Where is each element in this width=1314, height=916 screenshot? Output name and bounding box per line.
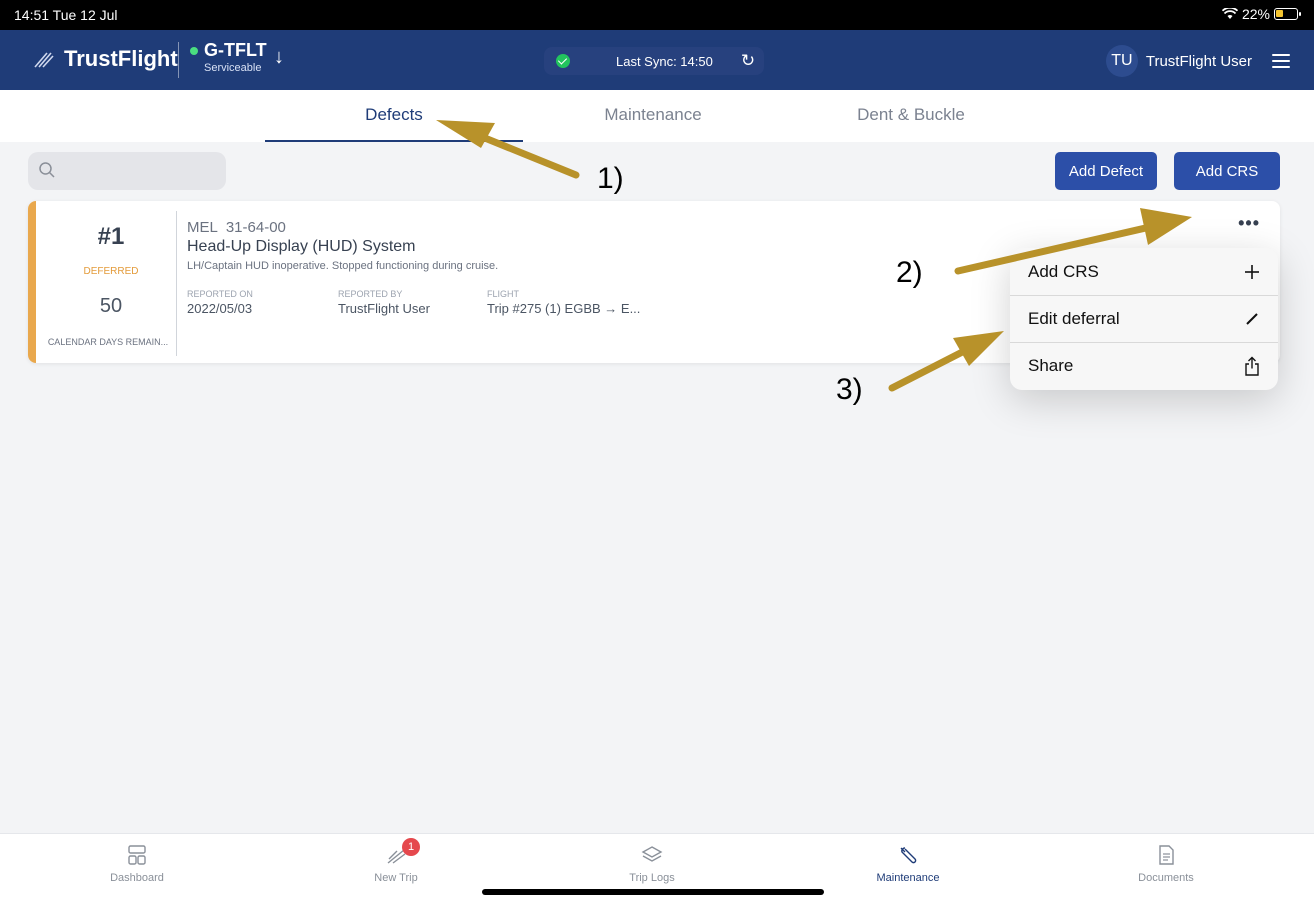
ios-status-bar: 14:51 Tue 12 Jul 22% <box>0 0 1314 30</box>
defect-details: MEL 31-64-00 Head-Up Display (HUD) System… <box>187 219 498 272</box>
new-trip-badge: 1 <box>402 838 420 856</box>
status-right: 22% <box>1221 6 1301 22</box>
nav-label: Documents <box>1138 872 1194 884</box>
add-defect-button[interactable]: Add Defect <box>1055 152 1157 190</box>
nav-dashboard[interactable]: Dashboard <box>67 844 207 884</box>
active-tab-indicator <box>265 140 523 142</box>
plus-icon <box>1245 264 1259 279</box>
menu-item-add-crs[interactable]: Add CRS <box>1010 248 1278 295</box>
user-name: TrustFlight User <box>1145 52 1252 70</box>
hamburger-menu-icon[interactable] <box>1272 54 1290 68</box>
more-options-icon[interactable]: ••• <box>1238 213 1260 234</box>
defect-title: Head-Up Display (HUD) System <box>187 238 416 255</box>
reported-on-block: REPORTED ON 2022/05/03 <box>187 289 253 316</box>
nav-new-trip[interactable]: 1 New Trip <box>326 838 466 884</box>
refresh-icon[interactable]: ↻ <box>741 51 755 71</box>
search-icon <box>39 162 55 178</box>
bottom-nav: Dashboard 1 New Trip Trip Logs Maintenan… <box>0 833 1314 916</box>
trip-logs-icon <box>641 846 663 862</box>
reported-on-value: 2022/05/03 <box>187 301 253 316</box>
serviceable-status-dot <box>190 46 198 55</box>
status-badge: DEFERRED <box>83 266 139 277</box>
tab-maintenance[interactable]: Maintenance <box>524 105 782 125</box>
wrench-icon <box>900 847 917 864</box>
search-input[interactable] <box>64 152 214 190</box>
sync-text: Last Sync: 14:50 <box>616 53 713 69</box>
dashboard-icon <box>128 845 146 865</box>
nav-label: Dashboard <box>110 872 164 884</box>
avatar: TU <box>1105 45 1138 77</box>
days-remaining-label: CALENDAR DAYS REMAIN... <box>47 337 169 347</box>
battery-icon <box>1274 8 1301 20</box>
sync-status[interactable]: Last Sync: 14:50 ↻ <box>544 47 764 75</box>
brand-logo[interactable]: TrustFlight <box>32 46 178 72</box>
reported-on-label: REPORTED ON <box>187 289 253 299</box>
menu-item-share[interactable]: Share <box>1010 342 1278 389</box>
annotation-label-2: 2) <box>896 256 923 289</box>
defect-number: #1 <box>97 223 125 250</box>
annotation-label-3: 3) <box>836 373 863 406</box>
menu-item-label: Share <box>1028 356 1074 375</box>
menu-item-label: Edit deferral <box>1028 309 1120 328</box>
nav-label: Trip Logs <box>629 872 675 884</box>
aircraft-dropdown-arrow-icon[interactable]: ↓ <box>274 46 284 69</box>
pencil-icon <box>1246 313 1258 325</box>
share-icon <box>1245 356 1259 376</box>
aircraft-registration: G-TFLT <box>204 40 267 60</box>
app-root: 14:51 Tue 12 Jul 22% TrustFlight G-TFLT … <box>0 0 1314 916</box>
flight-block: FLIGHT Trip #275 (1) EGBB → E... <box>487 289 640 316</box>
search-box[interactable] <box>28 152 226 190</box>
reported-by-label: REPORTED BY <box>338 289 403 299</box>
nav-label: New Trip <box>374 872 418 884</box>
defect-description: LH/Captain HUD inoperative. Stopped func… <box>187 260 499 272</box>
reported-by-block: REPORTED BY TrustFlight User <box>338 289 430 316</box>
app-header: TrustFlight G-TFLT Serviceable ↓ Last Sy… <box>0 30 1314 90</box>
flight-label: FLIGHT <box>487 289 520 299</box>
flight-value: Trip #275 (1) EGBB → E... <box>487 301 641 316</box>
brand-name: TrustFlight <box>64 46 178 71</box>
menu-item-label: Add CRS <box>1028 261 1099 281</box>
menu-item-edit-deferral[interactable]: Edit deferral <box>1010 295 1278 342</box>
aircraft-selector[interactable]: G-TFLT Serviceable <box>190 40 267 74</box>
defect-summary: #1 DEFERRED 50 CALENDAR DAYS REMAIN... <box>36 201 196 363</box>
nav-documents[interactable]: Documents <box>1096 844 1236 884</box>
user-menu[interactable]: TU TrustFlight User <box>1105 45 1290 77</box>
add-crs-button[interactable]: Add CRS <box>1174 152 1280 190</box>
sync-ok-icon <box>556 54 570 68</box>
documents-icon <box>1159 845 1174 865</box>
tab-bar: Defects Maintenance Dent & Buckle <box>0 90 1314 142</box>
trustflight-logo-icon <box>34 52 54 68</box>
card-divider <box>176 211 177 356</box>
battery-percent: 22% <box>1241 6 1270 22</box>
header-divider <box>178 42 179 78</box>
days-remaining: 50 <box>99 295 123 317</box>
tab-defects[interactable]: Defects <box>265 105 523 125</box>
home-indicator <box>482 889 824 895</box>
nav-maintenance[interactable]: Maintenance <box>838 844 978 884</box>
ata-code: 31-64-00 <box>225 219 286 236</box>
wifi-icon <box>1221 8 1238 19</box>
nav-trip-logs[interactable]: Trip Logs <box>582 844 722 884</box>
defect-type: MEL <box>187 219 218 236</box>
nav-label: Maintenance <box>876 872 940 884</box>
aircraft-status: Serviceable <box>204 62 262 74</box>
status-time: 14:51 Tue 12 Jul <box>14 7 118 23</box>
tab-dent-buckle[interactable]: Dent & Buckle <box>782 105 1040 125</box>
reported-by-value: TrustFlight User <box>338 301 430 316</box>
annotation-label-1: 1) <box>597 162 624 195</box>
context-menu: Add CRS Edit deferral Share <box>1010 248 1278 390</box>
